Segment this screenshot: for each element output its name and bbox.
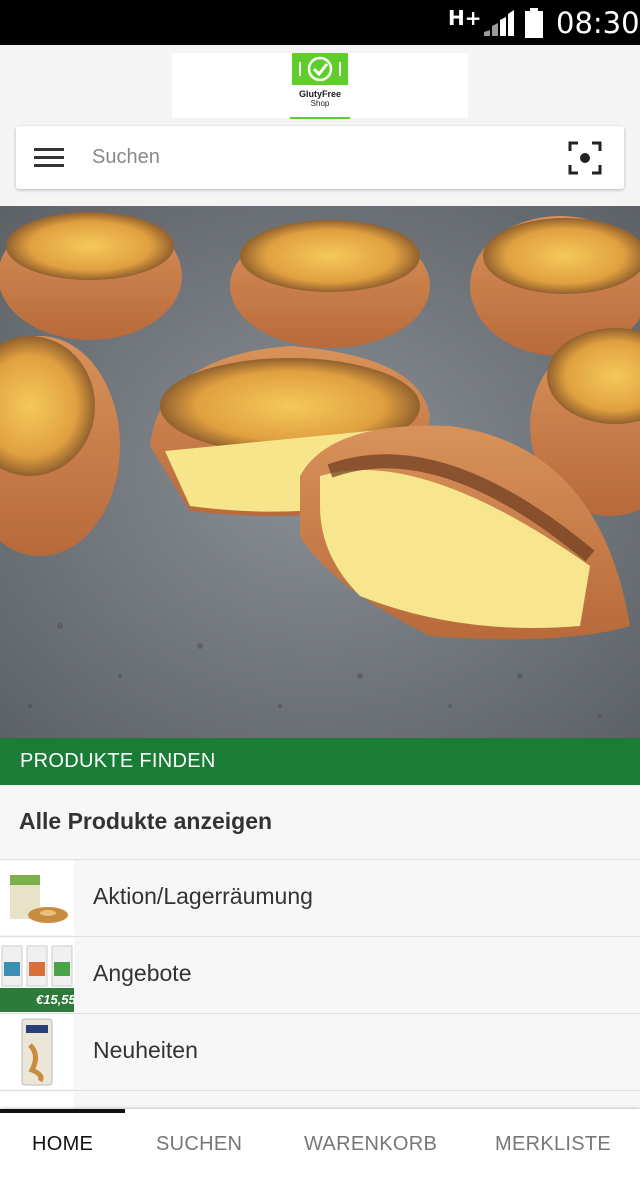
bottom-navigation: HOME SUCHEN WARENKORB MERKLISTE: [0, 1109, 640, 1181]
hero-banner-image[interactable]: [0, 206, 640, 738]
status-bar: H+ 08:30: [0, 0, 640, 45]
tab-suchen[interactable]: SUCHEN: [156, 1133, 242, 1156]
signal-icon: [484, 10, 514, 36]
clock: 08:30: [556, 6, 640, 40]
section-title: PRODUKTE FINDEN: [20, 750, 216, 772]
menu-icon[interactable]: [34, 148, 64, 168]
network-type: H+: [448, 6, 482, 30]
tab-home[interactable]: HOME: [32, 1133, 93, 1156]
category-thumbnail: [0, 1015, 74, 1089]
price-badge: €15,55: [36, 992, 74, 1007]
logo-mark: [292, 53, 348, 85]
section-header: PRODUKTE FINDEN: [0, 738, 640, 785]
battery-icon: [525, 8, 543, 38]
check-seal-icon: [299, 56, 341, 82]
custard-tarts-image: [0, 206, 640, 738]
logo-underline: [290, 114, 350, 119]
category-item-angebote[interactable]: €15,55 Angebote: [0, 937, 640, 1014]
category-item-aktion[interactable]: Aktion/Lagerräumung: [0, 860, 640, 937]
all-products-label: Alle Produkte anzeigen: [19, 808, 273, 834]
tab-merkliste[interactable]: MERKLISTE: [495, 1133, 611, 1156]
category-label: Neuheiten: [93, 1037, 198, 1063]
category-label: Aktion/Lagerräumung: [93, 883, 313, 909]
scan-icon[interactable]: [568, 141, 602, 175]
category-thumbnail: [0, 861, 74, 935]
all-products-link[interactable]: Alle Produkte anzeigen: [0, 785, 640, 860]
category-item-neuheiten[interactable]: Neuheiten: [0, 1014, 640, 1091]
search-input[interactable]: Suchen: [92, 146, 160, 169]
shop-logo[interactable]: GlutyFree Shop: [172, 53, 468, 119]
category-label: Angebote: [93, 960, 192, 986]
category-thumbnail: €15,55: [0, 938, 74, 1012]
active-tab-indicator: [0, 1109, 125, 1113]
logo-name: GlutyFree: [298, 89, 341, 99]
logo-subtitle: Shop: [310, 99, 330, 108]
search-bar: Suchen: [16, 126, 624, 189]
tab-warenkorb[interactable]: WARENKORB: [304, 1133, 437, 1156]
